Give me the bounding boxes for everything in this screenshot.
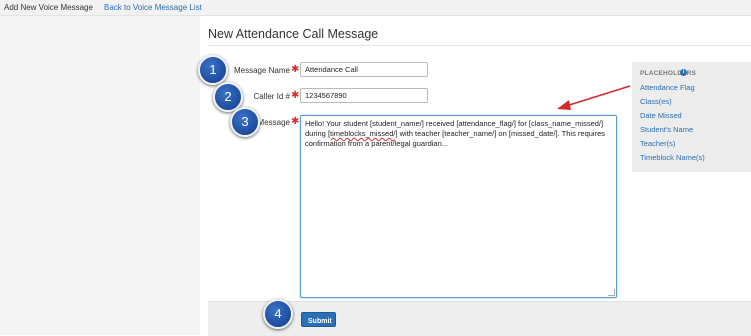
message-textarea[interactable]: Hello! Your student [student_name/] rece…	[300, 115, 617, 298]
caller-id-input[interactable]	[300, 88, 428, 103]
placeholder-classes[interactable]: Class(es)	[640, 97, 672, 106]
required-marker: ✱	[291, 116, 300, 127]
message-text-misspelled: [timeblocks_missed/]	[327, 129, 398, 138]
placeholder-student-name[interactable]: Student's Name	[640, 125, 693, 134]
placeholders-title: PLACEHOLDERS	[640, 70, 697, 77]
required-marker: ✱	[291, 90, 300, 101]
callout-badge-4: 4	[263, 299, 293, 329]
submit-button[interactable]: Submit	[301, 312, 336, 327]
top-navigation-bar: Add New Voice Message Back to Voice Mess…	[0, 0, 751, 16]
left-sidebar	[0, 16, 200, 335]
callout-badge-3: 3	[230, 107, 260, 137]
page-title: New Attendance Call Message	[208, 27, 379, 41]
placeholder-date-missed[interactable]: Date Missed	[640, 111, 682, 120]
title-divider	[208, 45, 751, 46]
current-page-label: Add New Voice Message	[4, 3, 93, 12]
required-marker: ✱	[291, 64, 300, 75]
info-icon[interactable]: i	[680, 69, 687, 76]
resize-handle[interactable]	[608, 289, 615, 296]
callout-badge-1: 1	[198, 55, 228, 85]
back-to-list-link[interactable]: Back to Voice Message List	[104, 0, 202, 15]
placeholder-teachers[interactable]: Teacher(s)	[640, 139, 675, 148]
placeholder-timeblock-names[interactable]: Timeblock Name(s)	[640, 153, 705, 162]
placeholder-attendance-flag[interactable]: Attendance Flag	[640, 83, 695, 92]
message-name-input[interactable]	[300, 62, 428, 77]
message-name-label: Message Name	[233, 66, 290, 75]
